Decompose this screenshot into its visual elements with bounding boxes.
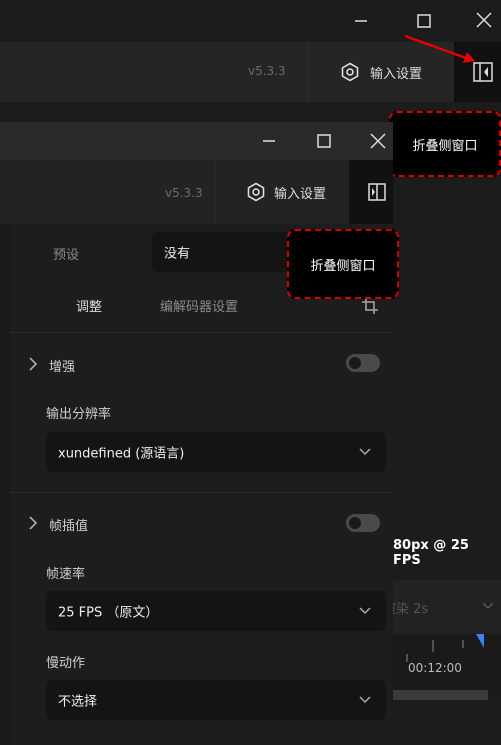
inner-input-settings-label: 输入设置 [274,187,327,202]
slow-motion-select[interactable]: 不选择 [46,680,386,720]
frame-rate-select[interactable]: 25 FPS （原文） [46,591,386,631]
output-resolution-select[interactable]: xundefined (源语言) [46,432,386,472]
inner-maximize-icon[interactable] [314,131,334,151]
enhance-label: 增强 [49,360,76,375]
timeline-timecode: 00:12:00 [408,661,462,675]
inner-title-bar [0,122,393,160]
maximize-icon[interactable] [414,11,434,31]
inner-close-icon[interactable] [368,131,388,151]
output-resolution-value: xundefined (源语言) [58,446,185,462]
chevron-down-icon [358,693,372,707]
render-dropdown-chevron-icon[interactable] [480,598,496,614]
inner-version: v5.3.3 [165,186,203,200]
timeline-track [393,690,488,700]
outer-tooltip: 折叠侧窗口 [389,111,501,177]
inner-minimize-icon[interactable] [259,131,279,151]
enhance-expand-chevron-icon[interactable] [27,356,39,372]
frame-interp-label: 帧插值 [49,519,89,534]
outer-resolution-fps: 80px @ 25 FPS [393,538,469,568]
preset-value: 没有 [164,246,191,262]
inner-input-settings-button[interactable]: 输入设置 [214,160,350,224]
red-arrow-annotation [400,30,480,74]
close-icon[interactable] [474,10,494,30]
frame-rate-value: 25 FPS （原文） [58,605,159,621]
settings-hexagon-icon [340,62,360,82]
preset-label: 预设 [53,248,80,263]
chevron-down-icon [358,604,372,618]
tab-adjust[interactable]: 调整 [76,296,102,315]
chevron-down-icon [358,445,372,459]
section-divider [10,492,393,493]
inner-settings-hexagon-icon [246,182,266,202]
inner-tooltip: 折叠侧窗口 [287,229,399,299]
slow-motion-value: 不选择 [58,694,98,710]
tabs-divider [10,332,393,333]
crop-icon[interactable] [361,297,379,315]
frame-interp-expand-chevron-icon[interactable] [27,515,39,531]
output-resolution-label: 输出分辨率 [46,407,112,422]
slow-motion-label: 慢动作 [46,656,86,671]
frame-rate-label: 帧速率 [46,567,86,582]
frame-interp-toggle[interactable] [346,514,380,532]
outer-version: v5.3.3 [248,64,286,78]
minimize-icon[interactable] [351,11,371,31]
inner-tooltip-text: 折叠侧窗口 [310,258,376,274]
enhance-toggle[interactable] [346,354,380,372]
inner-collapse-side-window-icon[interactable] [349,160,393,224]
tab-codec-settings[interactable]: 编解码器设置 [160,296,238,315]
outer-tooltip-text: 折叠侧窗口 [412,138,478,154]
